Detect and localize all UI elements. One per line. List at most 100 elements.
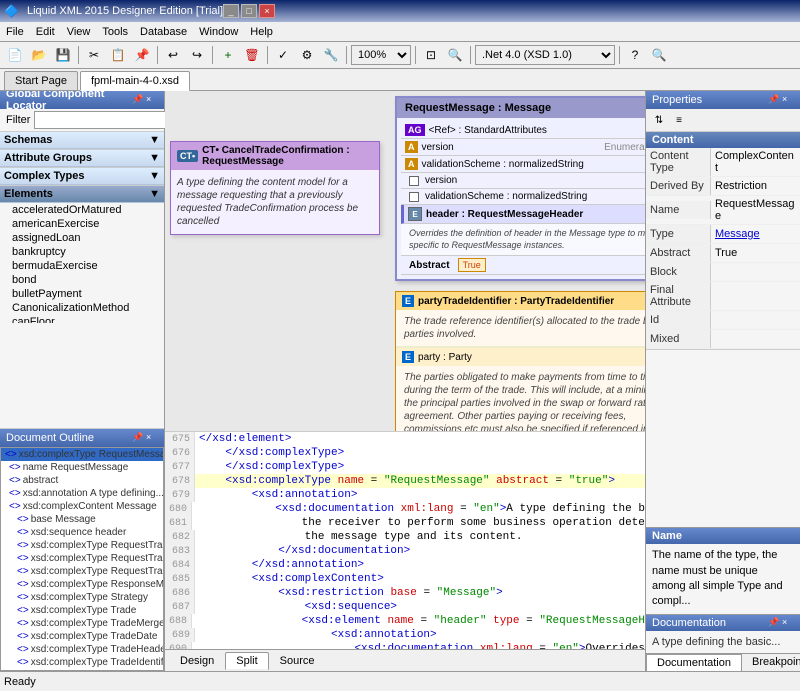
copy-button[interactable]: 📋 — [107, 44, 129, 66]
a-validation-row: A validationScheme : normalizedString — [401, 156, 645, 173]
outline-item-1[interactable]: <> name RequestMessage — [1, 461, 163, 474]
props-pin-icon[interactable]: 📌 — [768, 94, 780, 106]
filter-bar: Filter — [0, 109, 164, 132]
open-button[interactable]: 📂 — [28, 44, 50, 66]
outline-item-9[interactable]: <> xsd:complexType RequestTrade... — [1, 565, 163, 578]
generate-button[interactable]: ⚙ — [296, 44, 318, 66]
element-item[interactable]: assignedLoan — [0, 231, 164, 245]
menu-edit[interactable]: Edit — [30, 24, 61, 40]
outline-item-16[interactable]: <> xsd:complexType TradeIdentifier — [1, 656, 163, 669]
tab-split[interactable]: Split — [225, 652, 268, 670]
complex-types-header[interactable]: Complex Types ▼ — [0, 168, 164, 185]
maximize-button[interactable]: □ — [241, 4, 257, 18]
outline-item-15[interactable]: <> xsd:complexType TradeHeader — [1, 643, 163, 656]
attribute-groups-section: Attribute Groups ▼ — [0, 150, 164, 168]
outline-text-3: xsd:annotation A type defining... — [23, 488, 163, 499]
element-item[interactable]: americanExercise — [0, 217, 164, 231]
zoom-select[interactable]: 100% — [351, 45, 411, 65]
line-content: <xsd:documentation xml:lang = "en">A typ… — [192, 502, 645, 516]
party-trade-desc: The trade reference identifier(s) alloca… — [396, 310, 645, 347]
outline-item-8[interactable]: <> xsd:complexType RequestTradeM... — [1, 552, 163, 565]
outline-item-5[interactable]: <> base Message — [1, 513, 163, 526]
element-item[interactable]: acceleratedOrMatured — [0, 203, 164, 217]
outline-close-icon[interactable]: × — [146, 432, 158, 444]
outline-item-10[interactable]: <> xsd:complexType ResponseMessa... — [1, 578, 163, 591]
paste-button[interactable]: 📌 — [131, 44, 153, 66]
doc-close-icon[interactable]: × — [782, 617, 794, 629]
menu-view[interactable]: View — [61, 24, 97, 40]
tab-source[interactable]: Source — [269, 652, 326, 670]
line-content: </xsd:element> — [195, 432, 295, 446]
menu-help[interactable]: Help — [244, 24, 279, 40]
delete-button[interactable]: 🗑 — [241, 44, 263, 66]
left-panel-controls: 📌 × — [132, 94, 158, 106]
menu-tools[interactable]: Tools — [96, 24, 134, 40]
redo-button[interactable]: ↪ — [186, 44, 208, 66]
tab-start-page[interactable]: Start Page — [4, 71, 78, 90]
tab-fpml[interactable]: fpml-main-4-0.xsd — [80, 71, 190, 91]
outline-item-12[interactable]: <> xsd:complexType Trade — [1, 604, 163, 617]
close-button[interactable]: × — [259, 4, 275, 18]
outline-item-4[interactable]: <> xsd:complexContent Message — [1, 500, 163, 513]
save-button[interactable]: 💾 — [52, 44, 74, 66]
props-category-button[interactable]: ≡ — [670, 111, 688, 129]
outline-item-7[interactable]: <> xsd:complexType RequestTradeC... — [1, 539, 163, 552]
doc-tab-documentation[interactable]: Documentation — [646, 654, 742, 671]
cut-button[interactable]: ✂ — [83, 44, 105, 66]
props-sort-button[interactable]: ⇅ — [650, 111, 668, 129]
menu-bar: File Edit View Tools Database Window Hel… — [0, 22, 800, 42]
validate-button[interactable]: ✓ — [272, 44, 294, 66]
element-item[interactable]: capFloor — [0, 315, 164, 323]
tag-icon-5: <> — [17, 514, 29, 525]
outline-item-11[interactable]: <> xsd:complexType Strategy — [1, 591, 163, 604]
outline-item-2[interactable]: <> abstract — [1, 474, 163, 487]
outline-item-13[interactable]: <> xsd:complexType TradeMerged — [1, 617, 163, 630]
pin-icon[interactable]: 📌 — [132, 94, 144, 106]
element-item[interactable]: bermudaExercise — [0, 259, 164, 273]
props-row-derived-by: Derived By Restriction — [646, 177, 800, 196]
zoom-in-button[interactable]: 🔍 — [444, 44, 466, 66]
schemas-section: Schemas ▼ — [0, 132, 164, 150]
outline-item-0[interactable]: <> xsd:complexType RequestMessa... — [1, 448, 163, 461]
outline-item-3[interactable]: <> xsd:annotation A type defining... — [1, 487, 163, 500]
menu-file[interactable]: File — [0, 24, 30, 40]
minimize-button[interactable]: _ — [223, 4, 239, 18]
design-area[interactable]: CT• CT• CancelTradeConfirmation : Reques… — [165, 91, 645, 431]
line-number: 678 — [165, 474, 195, 488]
new-button[interactable]: 📄 — [4, 44, 26, 66]
elements-header[interactable]: Elements ▼ — [0, 186, 164, 203]
help-button[interactable]: ? — [624, 44, 646, 66]
filter-input[interactable] — [34, 111, 182, 129]
content-section-header[interactable]: Content — [646, 132, 800, 148]
element-item[interactable]: CanonicalizationMethod — [0, 301, 164, 315]
props-close-icon[interactable]: × — [782, 94, 794, 106]
doc-pin-icon[interactable]: 📌 — [768, 617, 780, 629]
name-doc-panel: Name The name of the type, the name must… — [646, 527, 800, 614]
outline-pin-icon[interactable]: 📌 — [132, 432, 144, 444]
add-button[interactable]: + — [217, 44, 239, 66]
line-number: 680 — [165, 502, 192, 516]
element-item[interactable]: bulletPayment — [0, 287, 164, 301]
close-left-icon[interactable]: × — [146, 94, 158, 106]
tab-design[interactable]: Design — [169, 652, 225, 670]
enum-indicator: Enumerations [+] — [604, 142, 645, 153]
outline-item-6[interactable]: <> xsd:sequence header — [1, 526, 163, 539]
settings-button[interactable]: 🔧 — [320, 44, 342, 66]
doc-tab-breakpoints[interactable]: Breakpoints — [742, 654, 800, 671]
dotnet-select[interactable]: .Net 4.0 (XSD 1.0) — [475, 45, 615, 65]
menu-window[interactable]: Window — [193, 24, 244, 40]
search-button[interactable]: 🔍 — [648, 44, 670, 66]
undo-button[interactable]: ↩ — [162, 44, 184, 66]
fit-button[interactable]: ⊡ — [420, 44, 442, 66]
menu-database[interactable]: Database — [134, 24, 193, 40]
outline-item-14[interactable]: <> xsd:complexType TradeDate — [1, 630, 163, 643]
outline-item-17[interactable]: <> xsd:complexType TradeMatched — [1, 669, 163, 671]
props-value-type[interactable]: Message — [711, 226, 800, 242]
element-item[interactable]: bond — [0, 273, 164, 287]
element-item[interactable]: bankruptcy — [0, 245, 164, 259]
code-editor[interactable]: 675 </xsd:element> 676 </xsd:complexType… — [165, 431, 645, 649]
attr-groups-header[interactable]: Attribute Groups ▼ — [0, 150, 164, 167]
schemas-header[interactable]: Schemas ▼ — [0, 132, 164, 149]
outline-header: Document Outline 📌 × — [0, 429, 164, 447]
props-label-block: Block — [646, 263, 711, 281]
